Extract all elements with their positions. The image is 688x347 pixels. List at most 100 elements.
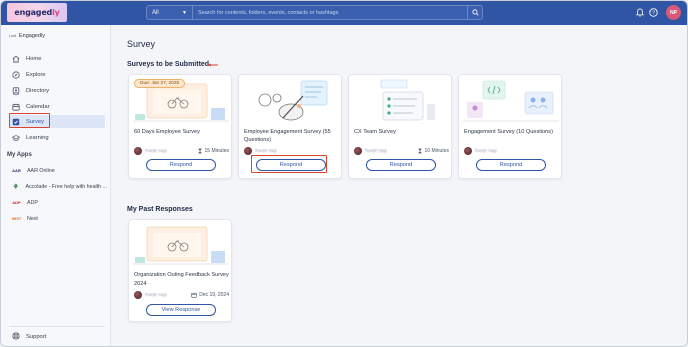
respond-button[interactable]: Respond [366, 159, 436, 171]
hourglass-icon [197, 148, 202, 153]
past-survey-meta: Ranjit Vagi Dec 19, 2024 [134, 290, 229, 299]
due-date-badge: Due: Jan 27, 2025 [134, 79, 186, 88]
search-input[interactable]: Search for contents, folders, events, co… [193, 10, 467, 16]
calendar-icon [191, 292, 197, 298]
engagedly-logo[interactable]: engagedly [7, 3, 67, 22]
respond-button[interactable]: Respond [146, 159, 216, 171]
duration-text: 10 Minutes [424, 147, 449, 154]
survey-meta: Ranjit Vagi [464, 146, 559, 155]
sidebar: Lord Engagedly Home Explore Directory Ca… [1, 25, 111, 346]
support-link[interactable]: Support [9, 326, 105, 340]
respond-button[interactable]: Respond [476, 159, 546, 171]
support-label: Support [26, 333, 47, 340]
survey-nav-highlight [9, 113, 50, 128]
respond-button-highlight [251, 155, 327, 173]
duration: 10 Minutes [417, 148, 449, 154]
avatar [134, 290, 142, 299]
help-button[interactable]: ? [648, 7, 659, 18]
app-item-adp[interactable]: ADP ADP [11, 197, 107, 208]
home-icon [12, 55, 20, 63]
sidebar-item-calendar[interactable]: Calendar [9, 100, 105, 113]
survey-meta: Ranjit Vagi 15 Minutes [134, 146, 229, 155]
avatar [134, 146, 142, 155]
sidebar-item-label: Home [26, 55, 42, 62]
survey-card[interactable]: Engagement Survey (10 Questions) Ranjit … [458, 74, 562, 179]
date-text: Dec 19, 2024 [199, 291, 229, 298]
notifications-button[interactable] [634, 7, 645, 18]
survey-card[interactable]: CX Team Survey Ranjit Vagi 10 Minutes Re… [348, 74, 452, 179]
app-item-label: Accolade - Free help with health ... [25, 183, 107, 190]
bell-icon [635, 8, 644, 17]
app-item-accolade[interactable]: ⚘ Accolade - Free help with health ... [11, 181, 107, 192]
survey-title: Engagement Survey (10 Questions) [464, 129, 553, 135]
logo-text: engagedly [14, 8, 60, 17]
author-name: Ranjit Vagi [475, 148, 497, 153]
lifebuoy-icon [12, 331, 20, 342]
response-date: Dec 19, 2024 [191, 292, 229, 298]
survey-illustration [243, 78, 339, 124]
sidebar-item-label: Explore [26, 71, 46, 78]
avatar [354, 146, 362, 155]
top-bar: engagedly All ▼ Search for contents, fol… [1, 1, 687, 25]
calendar-icon [12, 103, 20, 111]
graduation-cap-icon [12, 134, 20, 142]
directory-icon [12, 86, 20, 95]
duration: 15 Minutes [197, 148, 229, 154]
author-name: Ranjit Vagi [145, 148, 167, 153]
duration-text: 15 Minutes [204, 147, 229, 154]
avatar [464, 146, 472, 155]
app-window: engagedly All ▼ Search for contents, fol… [0, 0, 688, 347]
org-name: Engagedly [19, 33, 46, 39]
org-header: Lord Engagedly [9, 33, 45, 39]
my-apps-heading: My Apps [7, 152, 32, 158]
search-category-value: All [152, 9, 159, 16]
annotation-arrow-icon [208, 63, 218, 67]
page-title: Survey [127, 39, 156, 49]
app-item-label: Next [27, 215, 38, 222]
search-button[interactable] [467, 6, 482, 19]
sidebar-item-learning[interactable]: Learning [9, 131, 105, 144]
survey-illustration [133, 223, 229, 267]
past-response-card[interactable]: Organization Outing Feedback Survey 2024… [128, 219, 232, 322]
help-icon: ? [649, 8, 658, 17]
hourglass-icon [417, 148, 422, 153]
next-logo-icon: NEXT [11, 216, 22, 221]
survey-meta: Ranjit Vagi [244, 146, 339, 155]
survey-title: Employee Engagement Survey (55 Questions… [244, 129, 331, 143]
sidebar-item-directory[interactable]: Directory [9, 84, 105, 97]
survey-illustration [353, 78, 449, 124]
author-name: Ranjit Vagi [255, 148, 277, 153]
past-responses-heading: My Past Responses [127, 206, 193, 213]
sidebar-item-label: Directory [26, 87, 50, 94]
app-item-label: AAR Online [27, 167, 55, 174]
user-avatar[interactable]: NP [666, 5, 681, 20]
past-survey-title: Organization Outing Feedback Survey 2024 [134, 272, 229, 287]
search-bar: All ▼ Search for contents, folders, even… [146, 5, 483, 20]
sidebar-item-home[interactable]: Home [9, 52, 105, 65]
survey-title: CX Team Survey [354, 129, 396, 135]
chevron-down-icon: ▼ [182, 9, 187, 16]
search-icon [471, 9, 479, 16]
org-logo: Lord [9, 34, 17, 38]
adp-logo-icon: ADP [12, 200, 21, 205]
sidebar-item-explore[interactable]: Explore [9, 68, 105, 81]
compass-icon [12, 70, 20, 79]
app-item-next[interactable]: NEXT Next [11, 213, 107, 224]
app-item-label: ADP [27, 199, 38, 206]
survey-illustration [463, 78, 559, 124]
sidebar-item-label: Calendar [26, 103, 50, 110]
survey-meta: Ranjit Vagi 10 Minutes [354, 146, 449, 155]
accolade-logo-icon: ⚘ [12, 183, 19, 191]
sidebar-item-label: Learning [26, 134, 49, 141]
author-name: Ranjit Vagi [145, 292, 167, 297]
surveys-to-submit-heading: Surveys to be Submitted [127, 61, 210, 68]
search-category-select[interactable]: All ▼ [147, 6, 193, 19]
svg-text:?: ? [652, 10, 655, 16]
view-response-button[interactable]: View Response [146, 304, 216, 316]
author-name: Ranjit Vagi [365, 148, 387, 153]
survey-card[interactable]: Due: Jan 27, 2025 60 Days Employee Surve… [128, 74, 232, 179]
app-item-aar-online[interactable]: AAR AAR Online [11, 165, 107, 176]
avatar [244, 146, 252, 155]
survey-title: 60 Days Employee Survey [134, 129, 200, 135]
aar-logo-icon: AAR [12, 168, 21, 173]
